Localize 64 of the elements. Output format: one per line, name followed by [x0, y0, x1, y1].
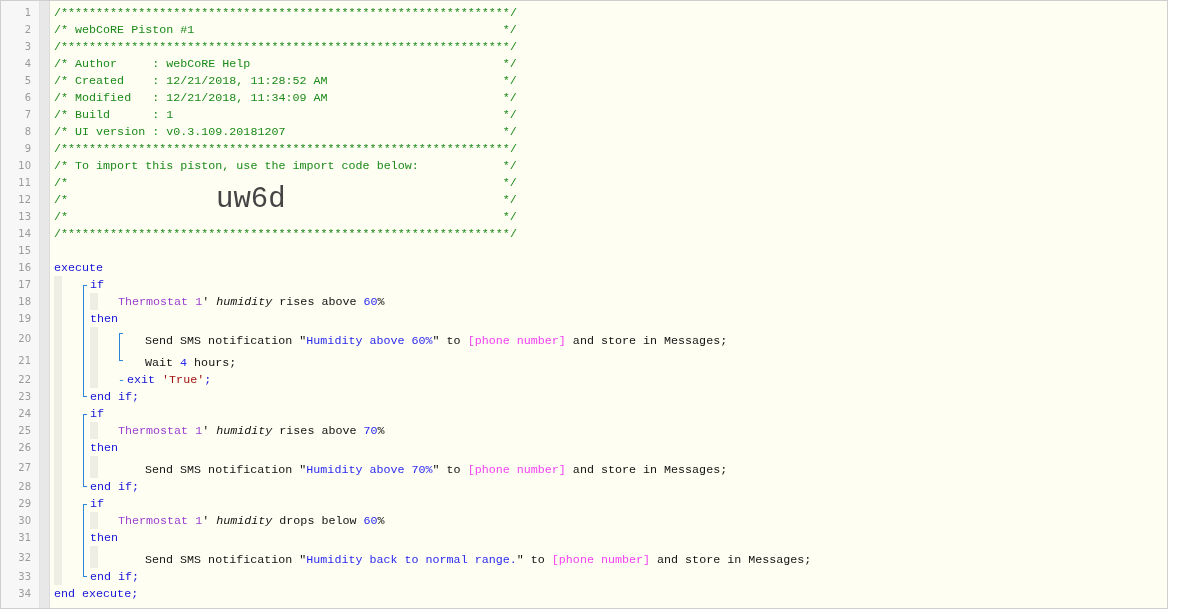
line-number: 28	[18, 481, 31, 492]
code-line: /* Author : webCoRE Help */	[54, 55, 517, 72]
line-number: 32	[18, 551, 31, 563]
code-line: Thermostat 1' humidity rises above 60%	[118, 293, 385, 310]
code-line: Wait 4 hours;	[145, 354, 237, 371]
line-number: 7	[24, 109, 31, 120]
code-line: end execute;	[54, 585, 139, 602]
line-number: 25	[18, 425, 31, 436]
code-line: Send SMS notification "Humidity above 60%" to [phone number] and store in Messages;	[145, 332, 728, 349]
code-line: if	[90, 405, 105, 422]
code-line: /****************************************************************/	[54, 4, 517, 21]
line-number: 21	[18, 354, 31, 366]
code-line: /****************************************************************/	[54, 140, 517, 157]
line-number: 23	[18, 391, 31, 402]
code-line: Send SMS notification "Humidity above 70%" to [phone number] and store in Messages;	[145, 461, 728, 478]
code-line: Send SMS notification "Humidity back to normal range." to [phone number] and store in Messages;	[145, 551, 812, 568]
line-number: 20	[18, 332, 31, 344]
code-line: - exit 'True';	[118, 371, 212, 388]
line-number: 2	[24, 24, 31, 35]
line-number: 10	[18, 160, 31, 171]
code-line: then	[90, 310, 119, 327]
line-number: 30	[18, 515, 31, 526]
code-line: /* Modified : 12/21/2018, 11:34:09 AM */	[54, 89, 517, 106]
line-number: 31	[18, 532, 31, 543]
code-line: Thermostat 1' humidity drops below 60%	[118, 512, 385, 529]
line-number: 13	[18, 211, 31, 222]
code-line: end if;	[90, 568, 140, 585]
code-line: /* UI version : v0.3.109.20181207 */	[54, 123, 517, 140]
line-number: 22	[18, 374, 31, 385]
line-number: 27	[18, 461, 31, 473]
line-number: 8	[24, 126, 31, 137]
line-number: 33	[18, 571, 31, 582]
line-number: 11	[18, 177, 31, 188]
code-line: if	[90, 276, 105, 293]
line-number: 9	[24, 143, 31, 154]
code-line: /* Build : 1 */	[54, 106, 517, 123]
line-number: 4	[24, 58, 31, 69]
code-line: execute	[54, 259, 104, 276]
line-number: 16	[18, 262, 31, 273]
code-line: /****************************************************************/	[54, 225, 517, 242]
code-line: then	[90, 439, 119, 456]
line-number: 15	[18, 245, 31, 256]
code-line: if	[90, 495, 105, 512]
code-line: /* To import this piston, use the import code below: */	[54, 157, 517, 174]
line-number: 1	[24, 7, 31, 18]
line-number: 12	[18, 194, 31, 205]
line-number: 3	[24, 41, 31, 52]
code-line: end if;	[90, 478, 140, 495]
line-number: 5	[24, 75, 31, 86]
line-number: 18	[18, 296, 31, 307]
code-line: /* webCoRE Piston #1 */	[54, 21, 517, 38]
code-line: then	[90, 529, 119, 546]
line-number: 29	[18, 498, 31, 509]
line-number: 14	[18, 228, 31, 239]
line-number: 17	[18, 279, 31, 290]
line-number: 19	[18, 313, 31, 324]
line-number: 26	[18, 442, 31, 453]
line-number: 6	[24, 92, 31, 103]
code-line: Thermostat 1' humidity rises above 70%	[118, 422, 385, 439]
code-line: /* Created : 12/21/2018, 11:28:52 AM */	[54, 72, 517, 89]
code-line: end if;	[90, 388, 140, 405]
code-line: /****************************************************************/	[54, 38, 517, 55]
line-number: 24	[18, 408, 31, 419]
line-number: 34	[18, 588, 31, 599]
